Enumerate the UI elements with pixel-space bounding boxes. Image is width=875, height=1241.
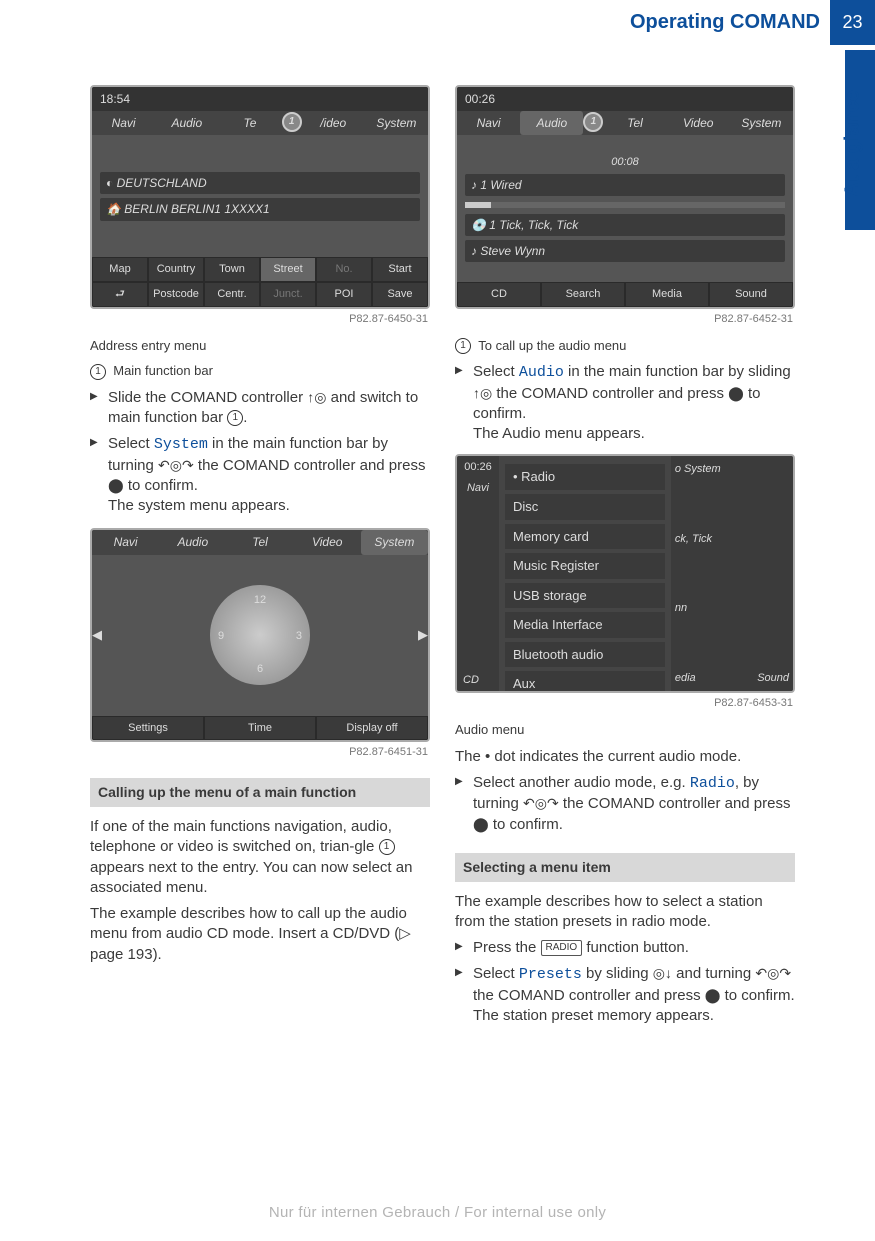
section-heading: Selecting a menu item	[455, 853, 795, 882]
fig-line: ♪ Steve Wynn	[465, 240, 785, 262]
fig-tab: System	[730, 111, 793, 135]
body-text: The example describes how to call up the…	[90, 904, 430, 965]
fig-line: 💿 1 Tick, Tick, Tick	[465, 214, 785, 236]
fig-tab: Audio	[159, 530, 226, 554]
press-icon: ⬤	[728, 385, 744, 401]
menu-item: USB storage	[505, 583, 665, 609]
fig-tab: Navi	[92, 530, 159, 554]
fig-tab: System	[361, 530, 428, 554]
instruction-step: Slide the COMAND controller ↑◎ and switc…	[90, 388, 430, 429]
fig-btn: Country	[148, 257, 204, 282]
slide-down-icon: ◎↓	[653, 965, 672, 981]
fig-tab: Audio	[155, 111, 218, 135]
marker-pin-icon: 1	[583, 112, 603, 132]
clock-dial-icon: 12693	[210, 585, 310, 685]
fig-btn: Save	[372, 282, 428, 307]
fig-btn: Start	[372, 257, 428, 282]
track-time: 00:08	[465, 155, 785, 170]
fig-btn: Time	[204, 716, 316, 741]
fig-btn: CD	[457, 282, 541, 307]
fig-btn: Search	[541, 282, 625, 307]
radio-button-label: RADIO	[541, 940, 583, 956]
figure-id: P82.87-6453-31	[455, 696, 793, 711]
fig-btn: Settings	[92, 716, 204, 741]
figure-id: P82.87-6450-31	[90, 312, 428, 327]
menu-item: Memory card	[505, 524, 665, 550]
figure-id: P82.87-6452-31	[455, 312, 793, 327]
fig-btn: Display off	[316, 716, 428, 741]
turn-icon: ↶◎↷	[158, 457, 194, 473]
fig-line: ♪ 1 Wired	[465, 174, 785, 196]
fig-btn: Postcode	[148, 282, 204, 307]
figure-address-entry: 18:54 Navi Audio Te 1 /ideo System ◐ DEU…	[90, 85, 430, 309]
menu-item: Media Interface	[505, 612, 665, 638]
fig-tab: Tel	[603, 111, 666, 135]
page-header: Operating COMAND 23	[0, 0, 875, 45]
instruction-step: Select another audio mode, e.g. Radio, b…	[455, 773, 795, 835]
page-number: 23	[830, 0, 875, 45]
fig-line: ◐ DEUTSCHLAND	[100, 172, 420, 194]
side-section-label: At a glance	[840, 90, 867, 197]
body-text: If one of the main functions navigation,…	[90, 817, 430, 898]
instruction-step: Select Presets by sliding ◎↓ and turning…	[455, 964, 795, 1026]
fig-tab: Video	[294, 530, 361, 554]
footer-watermark: Nur für internen Gebrauch / For internal…	[0, 1203, 875, 1223]
menu-item: Aux	[505, 671, 665, 693]
fig-btn: POI	[316, 282, 372, 307]
body-text: The example describes how to select a st…	[455, 892, 795, 933]
legend-item: 1 Main function bar	[90, 362, 430, 380]
fig-tab: Te	[218, 111, 281, 135]
turn-icon: ↶◎↷	[755, 965, 791, 981]
fig-btn: Town	[204, 257, 260, 282]
fig-time: 18:54	[92, 87, 428, 111]
fig-time: 00:26	[457, 460, 499, 475]
press-icon: ⬤	[705, 987, 721, 1003]
figure-caption: Audio menu	[455, 721, 795, 739]
instruction-step: Press the RADIO function button.	[455, 938, 795, 958]
fig-btn: Centr.	[204, 282, 260, 307]
fig-btn: Media	[625, 282, 709, 307]
figure-id: P82.87-6451-31	[90, 745, 428, 760]
press-icon: ⬤	[108, 477, 124, 493]
fig-btn: Sound	[709, 282, 793, 307]
header-title: Operating COMAND	[630, 9, 830, 36]
fig-tab: /ideo	[302, 111, 365, 135]
fig-btn: Street	[260, 257, 316, 282]
marker-pin-icon: 1	[282, 112, 302, 132]
fig-line: 🏠 BERLIN BERLIN1 1XXXX1	[100, 198, 420, 220]
fig-btn: ⮐	[92, 282, 148, 307]
fig-tab: Navi	[92, 111, 155, 135]
fig-btn: Map	[92, 257, 148, 282]
menu-item: Disc	[505, 494, 665, 520]
figure-audio-playing: 00:26 Navi Audio 1 Tel Video System 00:0…	[455, 85, 795, 309]
menu-item: Music Register	[505, 553, 665, 579]
slide-up-icon: ↑◎	[473, 385, 492, 401]
instruction-step: Select System in the main function bar b…	[90, 434, 430, 516]
figure-caption: Address entry menu	[90, 337, 430, 355]
fig-tab: Tel	[226, 530, 293, 554]
section-heading: Calling up the menu of a main function	[90, 778, 430, 807]
figure-audio-menu: 00:26 Navi CD • Radio Disc Memory card M…	[455, 454, 795, 693]
instruction-step: Select Audio in the main function bar by…	[455, 362, 795, 444]
fig-tab: Video	[667, 111, 730, 135]
body-text: The • dot indicates the current audio mo…	[455, 747, 795, 767]
fig-btn: Junct.	[260, 282, 316, 307]
fig-tab: System	[365, 111, 428, 135]
menu-item: Bluetooth audio	[505, 642, 665, 668]
slide-up-icon: ↑◎	[307, 389, 326, 405]
left-column: 18:54 Navi Audio Te 1 /ideo System ◐ DEU…	[90, 85, 430, 1032]
fig-time: 00:26	[457, 87, 793, 111]
menu-item: • Radio	[505, 464, 665, 490]
figure-system-menu: Navi Audio Tel Video System ◀ 12693 ▶ Se…	[90, 528, 430, 742]
turn-icon: ↶◎↷	[523, 795, 559, 811]
legend-item: 1 To call up the audio menu	[455, 337, 795, 355]
press-icon: ⬤	[473, 816, 489, 832]
fig-btn: No.	[316, 257, 372, 282]
right-column: 00:26 Navi Audio 1 Tel Video System 00:0…	[455, 85, 795, 1032]
fig-tab: Navi	[457, 111, 520, 135]
fig-tab: Audio	[520, 111, 583, 135]
